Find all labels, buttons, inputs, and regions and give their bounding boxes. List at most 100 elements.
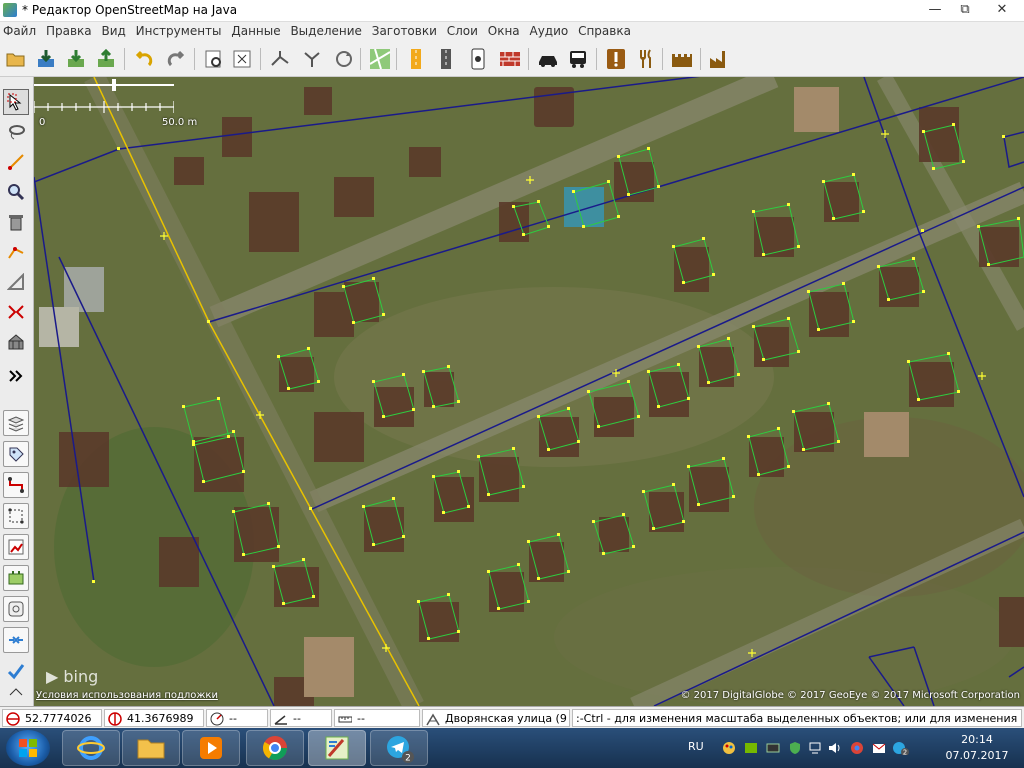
validator-panel-icon[interactable] — [3, 658, 29, 684]
distance-field: -- — [334, 709, 420, 727]
restaurant-icon[interactable] — [634, 47, 658, 71]
security-icon[interactable] — [788, 741, 802, 755]
toolbar-separator — [662, 48, 663, 70]
plugins-panel-icon[interactable] — [3, 565, 29, 591]
menu-view[interactable]: Вид — [98, 22, 128, 38]
angle-field: -- — [270, 709, 332, 727]
map-view[interactable]: 0 50.0 m ▶ bing Условия использования по… — [34, 77, 1024, 706]
window-title: * Редактор OpenStreetMap на Java — [22, 3, 238, 17]
language-indicator[interactable]: RU — [688, 740, 704, 753]
start-button[interactable] — [6, 730, 50, 766]
telegram-tray-icon[interactable]: 2 — [892, 741, 910, 755]
chrome-icon[interactable] — [246, 730, 304, 766]
delete-icon[interactable] — [3, 209, 29, 235]
map-paint-icon[interactable] — [368, 47, 392, 71]
longitude-value: 41.3676989 — [127, 712, 194, 725]
warning-icon[interactable] — [604, 47, 628, 71]
angle-icon — [274, 715, 287, 725]
relations-panel-icon[interactable] — [3, 472, 29, 498]
menu-layers[interactable]: Слои — [444, 22, 481, 38]
castle-icon[interactable] — [670, 47, 694, 71]
menu-tools[interactable]: Инструменты — [133, 22, 225, 38]
heading-icon — [210, 712, 224, 726]
open-file-icon[interactable] — [4, 47, 28, 71]
zoom-to-selection-icon[interactable] — [230, 47, 254, 71]
windows-logo-icon — [19, 739, 37, 757]
josm-app-icon — [3, 3, 17, 17]
redo-icon[interactable] — [164, 47, 188, 71]
nvidia-icon[interactable] — [744, 741, 758, 755]
car-icon[interactable] — [536, 47, 560, 71]
filter-panel-icon[interactable] — [3, 596, 29, 622]
media-player-icon[interactable] — [182, 730, 240, 766]
volume-icon[interactable] — [828, 741, 842, 755]
menu-file[interactable]: Файл — [0, 22, 39, 38]
conflict-panel-icon[interactable] — [3, 627, 29, 653]
more-tools-icon[interactable] — [3, 363, 29, 389]
undo-icon[interactable] — [132, 47, 156, 71]
menu-windows[interactable]: Окна — [485, 22, 523, 38]
road-icon[interactable] — [404, 47, 428, 71]
collapse-icon[interactable] — [3, 684, 29, 700]
factory-icon[interactable] — [708, 47, 732, 71]
selection-panel-icon[interactable] — [3, 503, 29, 529]
windows-taskbar: 2 RU 2 20:14 07.07.2017 — [0, 728, 1024, 768]
clock-time[interactable]: 20:14 — [946, 733, 1008, 746]
longitude-icon — [108, 712, 122, 726]
building-icon[interactable] — [3, 329, 29, 355]
ie-icon[interactable] — [62, 730, 120, 766]
menu-audio[interactable]: Аудио — [527, 22, 572, 38]
maximize-button[interactable]: ⧉ — [950, 0, 980, 20]
street-name-value: Дворянская улица (9 ... — [445, 712, 570, 725]
menu-selection[interactable]: Выделение — [287, 22, 364, 38]
split-icon[interactable] — [3, 299, 29, 325]
mail-icon[interactable] — [872, 741, 886, 755]
telegram-badge: 2 — [405, 754, 411, 764]
reverse-way-icon[interactable] — [332, 47, 356, 71]
way-icon — [426, 713, 440, 726]
josm-icon[interactable] — [308, 730, 366, 766]
gpu-icon[interactable] — [766, 741, 780, 755]
imagery-terms-link[interactable]: Условия использования подложки — [36, 690, 218, 701]
toolbar-separator — [260, 48, 261, 70]
preferences-icon[interactable] — [202, 47, 226, 71]
download-icon[interactable] — [34, 47, 58, 71]
menu-data[interactable]: Данные — [228, 22, 283, 38]
download-data-icon[interactable] — [64, 47, 88, 71]
traffic-signals-icon[interactable] — [466, 47, 490, 71]
help-text-value: :-Ctrl - для изменения масштаба выделенн… — [576, 712, 1021, 725]
minimize-button[interactable]: — — [920, 0, 950, 20]
network-icon[interactable] — [808, 741, 822, 755]
paint-tray-icon[interactable] — [722, 741, 736, 755]
zoom-mode-icon[interactable] — [3, 179, 29, 205]
menu-edit[interactable]: Правка — [43, 22, 95, 38]
improve-way-icon[interactable] — [3, 239, 29, 265]
wall-icon[interactable] — [498, 47, 522, 71]
menu-help[interactable]: Справка — [575, 22, 634, 38]
layers-panel-icon[interactable] — [3, 410, 29, 436]
tags-panel-icon[interactable] — [3, 441, 29, 467]
tray-badge: 2 — [903, 749, 907, 756]
toolbar-separator — [124, 48, 125, 70]
select-mode-icon[interactable] — [3, 89, 29, 115]
measure-icon[interactable] — [3, 269, 29, 295]
distance-value: -- — [357, 712, 365, 725]
bus-icon[interactable] — [566, 47, 590, 71]
history-panel-icon[interactable] — [3, 534, 29, 560]
clock-date[interactable]: 07.07.2017 — [940, 749, 1014, 762]
toolbar-separator — [528, 48, 529, 70]
explorer-icon[interactable] — [122, 730, 180, 766]
draw-way-icon[interactable] — [3, 149, 29, 175]
title-bar: * Редактор OpenStreetMap на Java — ⧉ ✕ — [0, 0, 1024, 22]
latitude-value: 52.7774026 — [25, 712, 92, 725]
railway-icon[interactable] — [434, 47, 458, 71]
upload-icon[interactable] — [94, 47, 118, 71]
lasso-icon[interactable] — [3, 119, 29, 145]
scale-start-label: 0 — [39, 117, 46, 128]
menu-presets[interactable]: Заготовки — [369, 22, 440, 38]
telegram-icon[interactable]: 2 — [370, 730, 428, 766]
chrome-tray-icon[interactable] — [850, 741, 864, 755]
close-button[interactable]: ✕ — [980, 0, 1024, 20]
combine-way-icon[interactable] — [300, 47, 324, 71]
split-way-icon[interactable] — [268, 47, 292, 71]
